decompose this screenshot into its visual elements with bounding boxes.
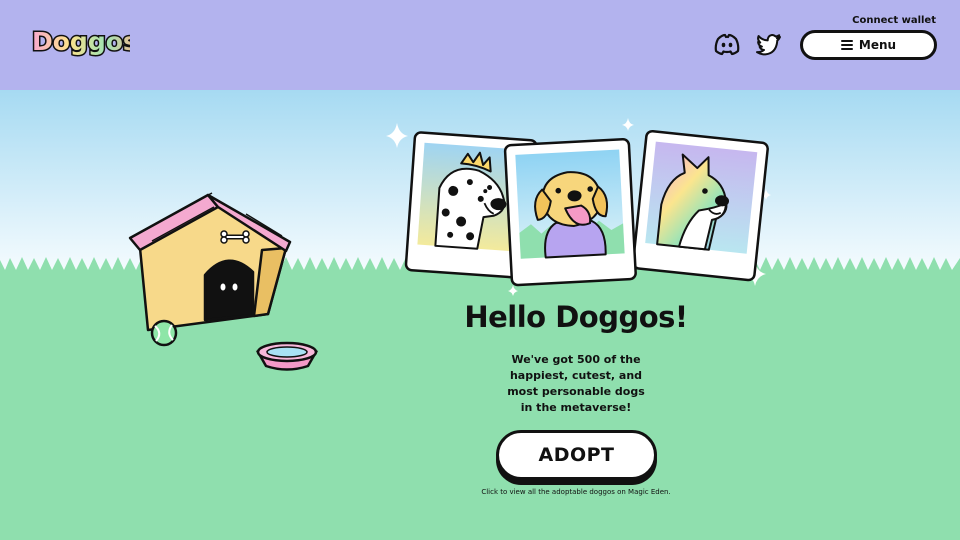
discord-icon[interactable] [714, 32, 740, 56]
hero-description-line: We've got 500 of the [511, 353, 641, 366]
site-header: Doggos Connect wallet Menu [0, 0, 960, 90]
hamburger-icon [840, 40, 853, 50]
doggos-logo[interactable]: Doggos [30, 24, 140, 64]
hero-description: We've got 500 of the happiest, cutest, a… [476, 352, 676, 416]
connect-wallet-link[interactable]: Connect wallet [852, 15, 936, 26]
hero-description-line: most personable dogs [507, 385, 645, 398]
hero-title: Hello Doggos! [464, 300, 688, 334]
menu-button[interactable]: Menu [800, 30, 937, 60]
adopt-caption: Click to view all the adoptable doggos o… [481, 488, 671, 496]
hero-content: Hello Doggos! We've got 500 of the happi… [0, 90, 960, 540]
adopt-button[interactable]: ADOPT [496, 430, 657, 480]
logo-text: Doggos [32, 27, 130, 56]
hero-scene: Hello Doggos! We've got 500 of the happi… [0, 90, 960, 540]
hero-description-line: happiest, cutest, and [509, 369, 643, 382]
twitter-icon[interactable] [756, 32, 782, 56]
adopt-button-label: ADOPT [538, 444, 615, 466]
menu-label: Menu [858, 38, 897, 52]
hero-description-line: in the metaverse! [520, 401, 632, 414]
